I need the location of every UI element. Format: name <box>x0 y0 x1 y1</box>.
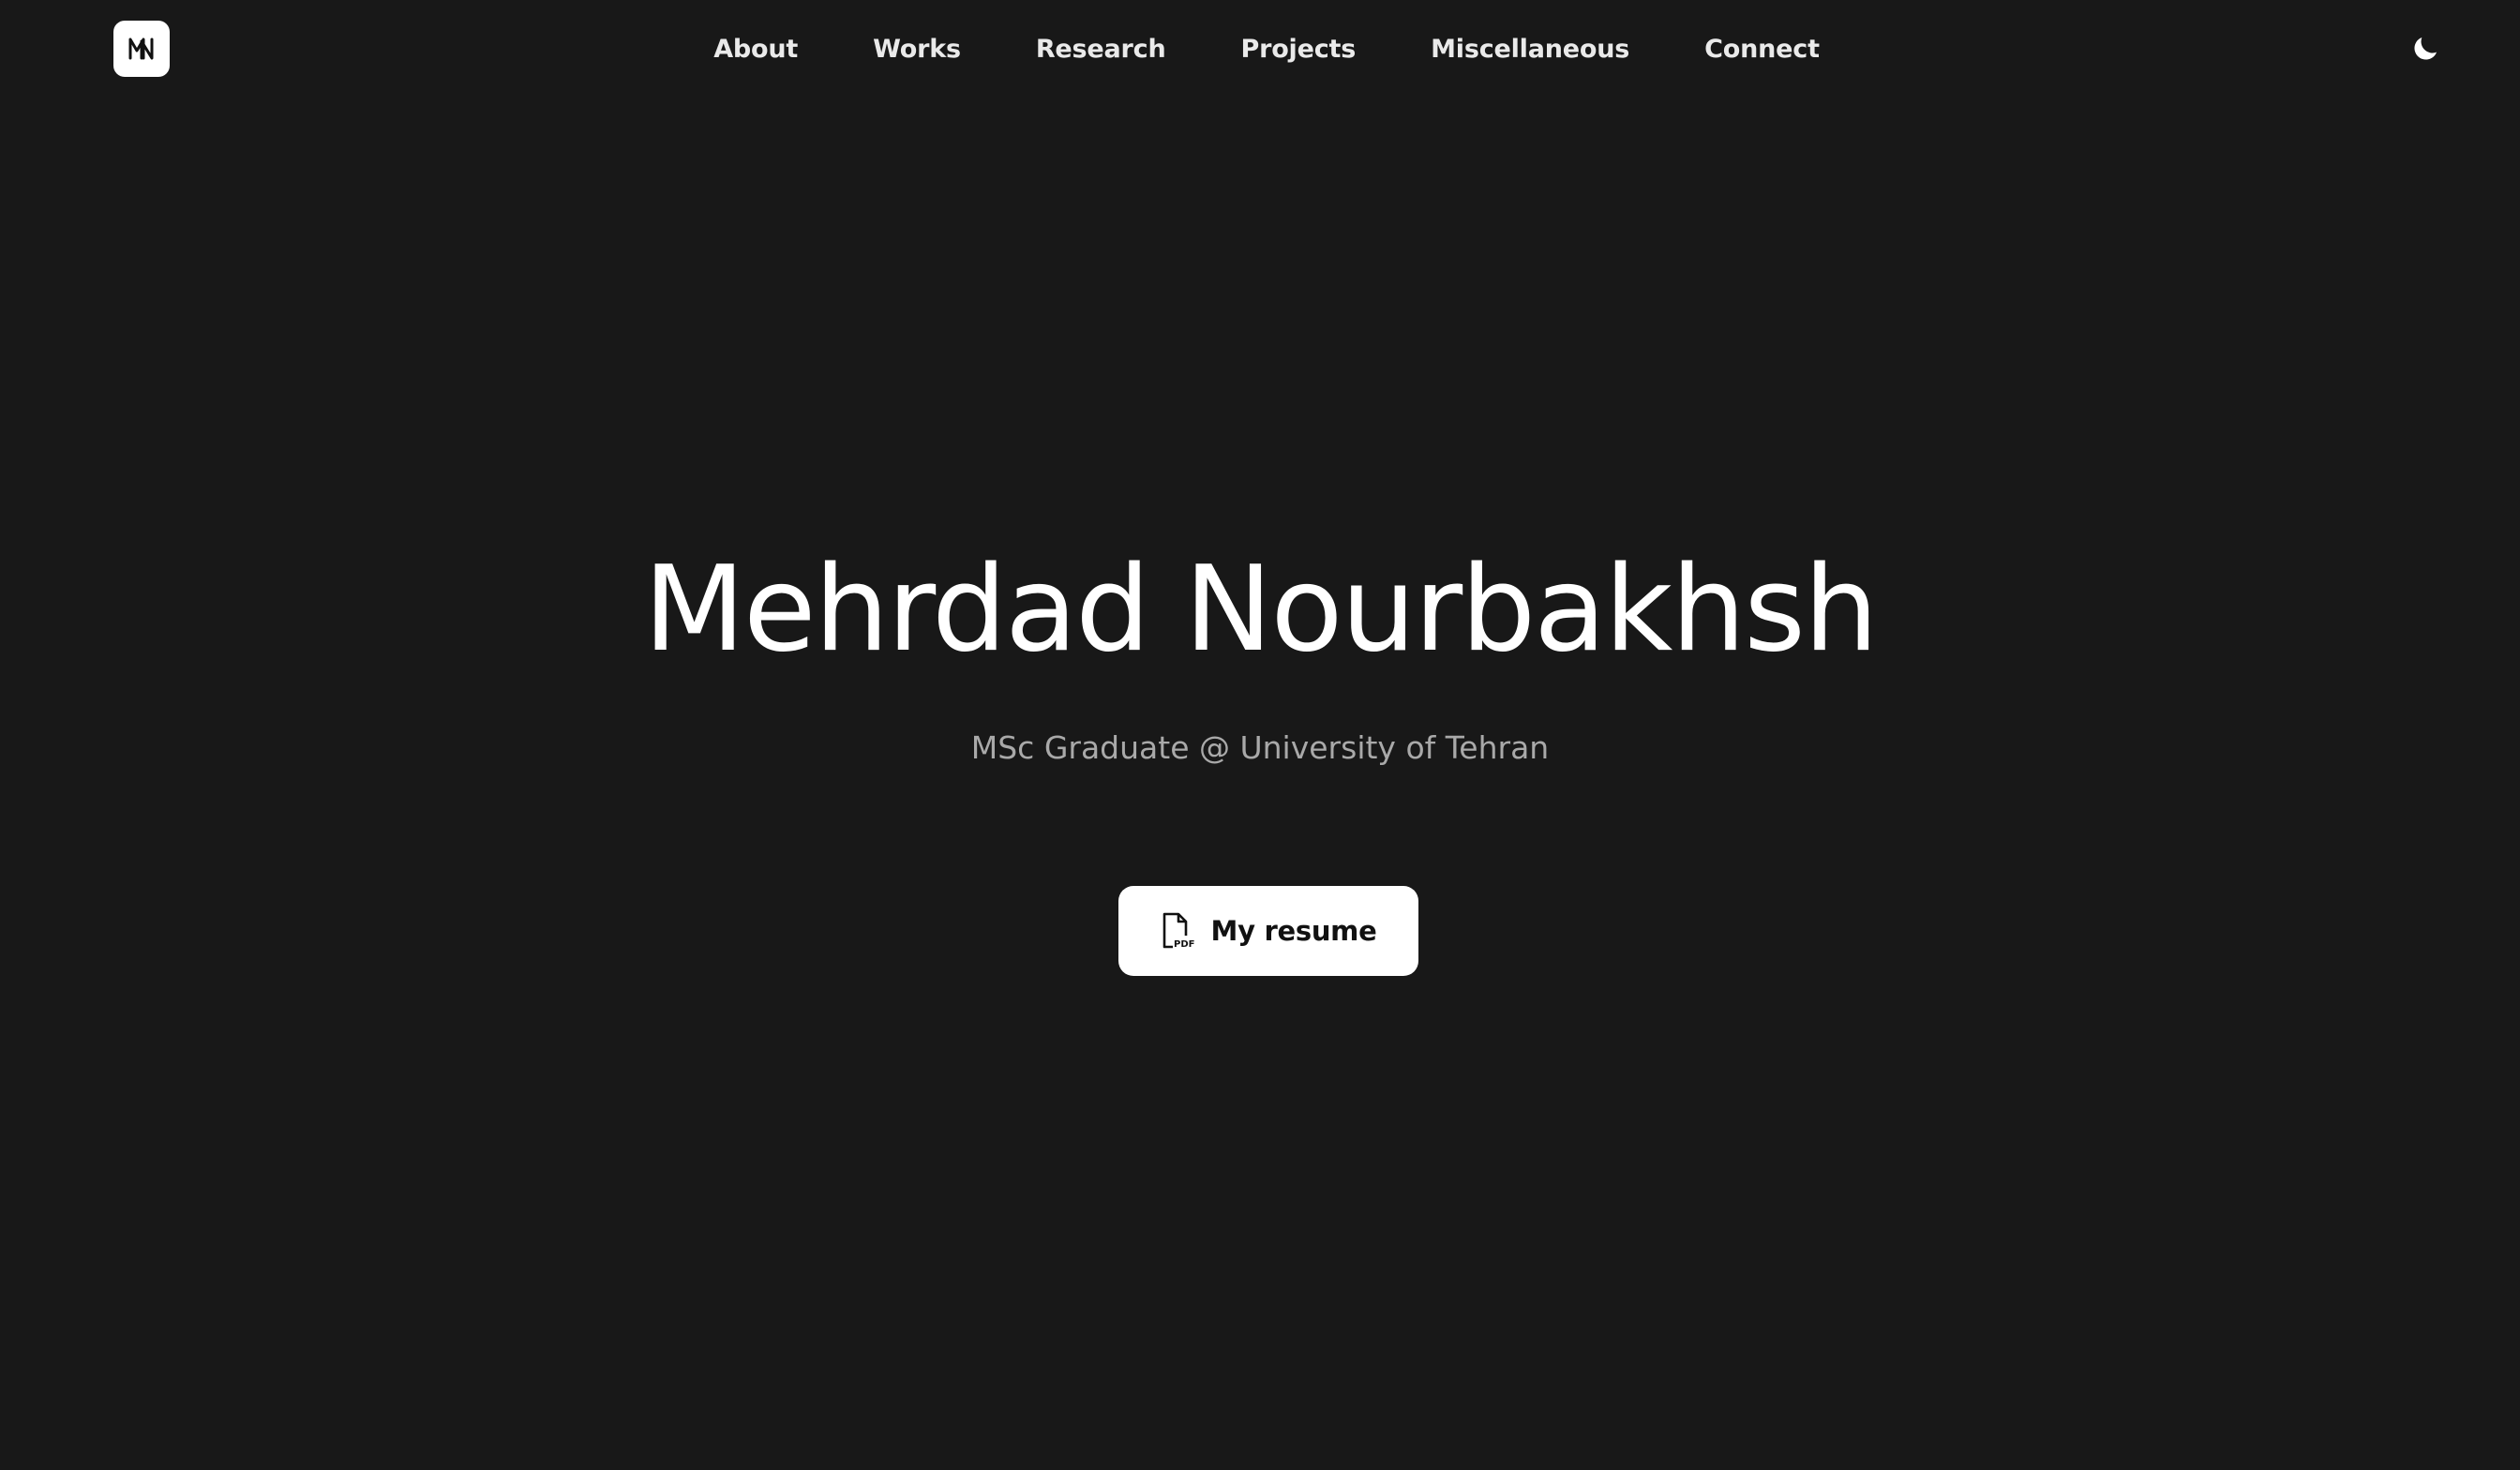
svg-text:PDF: PDF <box>1174 939 1194 950</box>
page: About Works Research Projects Miscellane… <box>0 0 2520 1470</box>
site-logo[interactable] <box>113 21 170 77</box>
main-nav: About Works Research Projects Miscellane… <box>0 26 2520 71</box>
nav-links: About Works Research Projects Miscellane… <box>713 35 1820 64</box>
nav-link-projects[interactable]: Projects <box>1241 35 1357 64</box>
resume-button[interactable]: PDF My resume <box>1118 886 1418 976</box>
nav-link-research[interactable]: Research <box>1036 35 1166 64</box>
nav-link-works[interactable]: Works <box>873 35 961 64</box>
nav-link-miscellaneous[interactable]: Miscellaneous <box>1431 35 1629 64</box>
mn-monogram-logo-icon <box>128 38 154 60</box>
hero-subtitle: MSc Graduate @ University of Tehran <box>970 729 1550 766</box>
nav-link-connect[interactable]: Connect <box>1704 35 1820 64</box>
nav-link-about[interactable]: About <box>713 35 798 64</box>
hero-name: Mehrdad Nourbakhsh <box>643 540 1878 678</box>
pdf-file-icon: PDF <box>1162 912 1196 950</box>
theme-toggle-button[interactable] <box>2407 30 2444 68</box>
resume-button-label: My resume <box>1210 915 1377 947</box>
moon-icon <box>2414 37 2438 60</box>
